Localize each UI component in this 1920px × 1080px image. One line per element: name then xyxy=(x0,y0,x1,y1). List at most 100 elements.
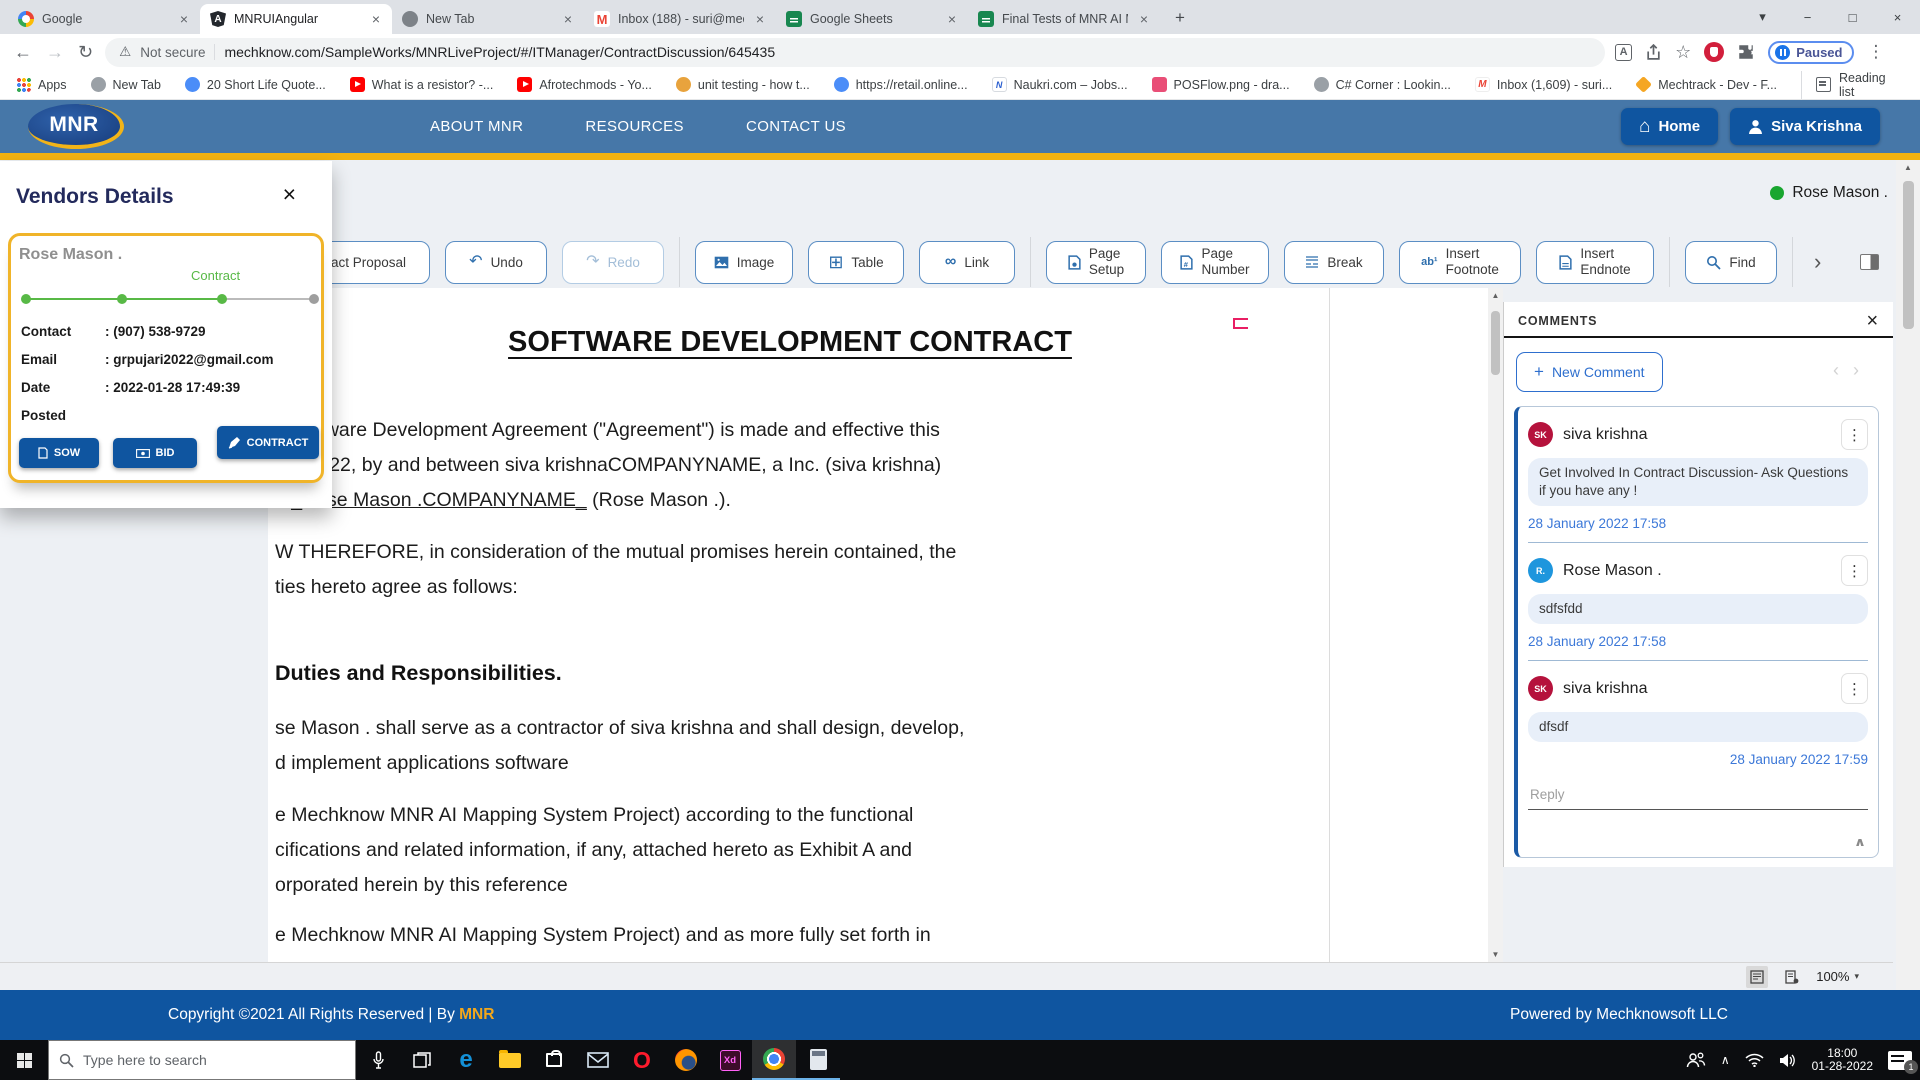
taskbar-clock[interactable]: 18:00 01-28-2022 xyxy=(1812,1047,1873,1074)
bookmark-naukri[interactable]: NNaukri.com – Jobs... xyxy=(992,77,1128,92)
volume-icon[interactable] xyxy=(1779,1053,1797,1068)
nav-contact-us[interactable]: CONTACT US xyxy=(746,118,846,135)
url-input[interactable]: ⚠ Not secure mechknow.com/SampleWorks/MN… xyxy=(105,38,1605,67)
tab-final-tests[interactable]: Final Tests of MNR AI Mapping S × xyxy=(968,4,1160,34)
tab-new-tab[interactable]: New Tab × xyxy=(392,4,584,34)
window-maximize-button[interactable]: □ xyxy=(1830,0,1875,34)
adblock-extension-icon[interactable] xyxy=(1704,42,1724,62)
tab-close-icon[interactable]: × xyxy=(176,11,192,27)
tray-expand-icon[interactable]: ∧ xyxy=(1721,1053,1730,1067)
comment-menu-icon[interactable]: ⋮ xyxy=(1841,419,1868,450)
tab-close-icon[interactable]: × xyxy=(368,11,384,27)
microphone-icon[interactable] xyxy=(356,1040,400,1080)
taskbar-firefox-icon[interactable] xyxy=(664,1040,708,1080)
bookmark-posflow[interactable]: POSFlow.png - dra... xyxy=(1152,77,1290,92)
table-button[interactable]: ⊞ Table xyxy=(808,241,904,284)
contract-button[interactable]: CONTRACT xyxy=(217,426,319,459)
bookmark-apps[interactable]: Apps xyxy=(16,77,67,92)
redo-button[interactable]: ↷ Redo xyxy=(562,241,664,284)
browser-menu-icon[interactable]: ⋮ xyxy=(1867,42,1884,62)
bookmark-quotes[interactable]: 20 Short Life Quote... xyxy=(185,77,326,92)
bookmark-resistor[interactable]: What is a resistor? -... xyxy=(350,77,494,92)
user-button[interactable]: Siva Krishna xyxy=(1730,108,1880,145)
reload-icon[interactable]: ↻ xyxy=(78,42,93,63)
people-icon[interactable] xyxy=(1686,1052,1706,1068)
notification-center-icon[interactable]: 1 xyxy=(1888,1051,1912,1070)
tab-close-icon[interactable]: × xyxy=(944,11,960,27)
start-button[interactable] xyxy=(0,1040,48,1080)
comment-nav-arrows[interactable]: ‹› xyxy=(1833,360,1873,381)
bookmark-mechtrack[interactable]: Mechtrack - Dev - F... xyxy=(1636,77,1777,92)
comments-close-icon[interactable]: × xyxy=(1867,310,1879,333)
sow-button[interactable]: SOW xyxy=(19,438,99,468)
page-setup-button[interactable]: Page Setup xyxy=(1046,241,1146,284)
wifi-icon[interactable] xyxy=(1745,1053,1764,1067)
scroll-down-icon[interactable]: ▼ xyxy=(1492,947,1500,962)
side-panel-toggle-icon[interactable] xyxy=(1860,254,1879,270)
task-view-icon[interactable] xyxy=(400,1040,444,1080)
footer-brand[interactable]: MNR xyxy=(459,1006,494,1023)
taskbar-store-icon[interactable] xyxy=(532,1040,576,1080)
taskbar-adobe-xd-icon[interactable]: Xd xyxy=(708,1040,752,1080)
translate-icon[interactable]: A xyxy=(1615,44,1632,61)
bid-button[interactable]: BID xyxy=(113,438,197,468)
collapse-thread-icon[interactable]: ∧ xyxy=(1854,835,1866,849)
bookmark-inbox[interactable]: MInbox (1,609) - suri... xyxy=(1475,77,1612,92)
tab-search-chevron-icon[interactable]: ▾ xyxy=(1740,0,1785,34)
bookmark-unit-testing[interactable]: unit testing - how t... xyxy=(676,77,810,92)
taskbar-chrome-icon[interactable] xyxy=(752,1040,796,1080)
taskbar-edge-icon[interactable]: e xyxy=(444,1040,488,1080)
break-button[interactable]: Break xyxy=(1284,241,1384,284)
document-scrollbar[interactable]: ▲ ▼ xyxy=(1488,288,1503,962)
link-button[interactable]: ∞ Link xyxy=(919,241,1015,284)
scrollbar-thumb[interactable] xyxy=(1491,311,1500,375)
web-layout-view-icon[interactable] xyxy=(1781,966,1803,988)
page-number-button[interactable]: # Page Number xyxy=(1161,241,1269,284)
comment-marker-icon[interactable] xyxy=(1233,318,1248,329)
taskbar-opera-icon[interactable]: O xyxy=(620,1040,664,1080)
zoom-control[interactable]: 100% ▾ xyxy=(1816,969,1859,984)
forward-icon[interactable]: → xyxy=(46,42,64,63)
taskbar-calculator-icon[interactable] xyxy=(796,1040,840,1080)
prev-comment-icon[interactable]: ‹ xyxy=(1833,360,1853,380)
comment-menu-icon[interactable]: ⋮ xyxy=(1841,673,1868,704)
taskbar-file-explorer-icon[interactable] xyxy=(488,1040,532,1080)
bookmark-star-icon[interactable]: ☆ xyxy=(1675,42,1691,63)
scroll-up-icon[interactable]: ▲ xyxy=(1904,160,1912,175)
not-secure-warning-icon[interactable]: ⚠ xyxy=(119,44,131,60)
tab-close-icon[interactable]: × xyxy=(1136,11,1152,27)
insert-endnote-button[interactable]: Insert Endnote xyxy=(1536,241,1654,284)
taskbar-search-input[interactable]: Type here to search xyxy=(48,1040,356,1080)
scrollbar-thumb[interactable] xyxy=(1903,181,1914,329)
page-scrollbar[interactable]: ▲ ▼ xyxy=(1896,160,1920,1040)
new-tab-button[interactable]: + xyxy=(1166,4,1194,32)
find-button[interactable]: Find xyxy=(1685,241,1777,284)
insert-footnote-button[interactable]: ab¹ Insert Footnote xyxy=(1399,241,1521,284)
popup-close-icon[interactable]: × xyxy=(283,181,296,208)
back-icon[interactable]: ← xyxy=(14,42,32,63)
mnr-logo[interactable]: MNR xyxy=(28,104,124,149)
print-layout-view-icon[interactable] xyxy=(1746,966,1768,988)
tab-close-icon[interactable]: × xyxy=(752,11,768,27)
next-comment-icon[interactable]: › xyxy=(1853,360,1873,380)
tab-close-icon[interactable]: × xyxy=(560,11,576,27)
extensions-puzzle-icon[interactable] xyxy=(1737,43,1755,61)
window-minimize-button[interactable]: − xyxy=(1785,0,1830,34)
bookmark-new-tab[interactable]: New Tab xyxy=(91,77,161,92)
bookmark-retail[interactable]: https://retail.online... xyxy=(834,77,968,92)
bookmark-csharp-corner[interactable]: C# Corner : Lookin... xyxy=(1314,77,1451,92)
home-button[interactable]: ⌂ Home xyxy=(1621,108,1718,145)
tab-gmail-inbox[interactable]: M Inbox (188) - suri@mechknowso × xyxy=(584,4,776,34)
share-icon[interactable] xyxy=(1645,44,1662,61)
image-button[interactable]: Image xyxy=(695,241,793,284)
comment-menu-icon[interactable]: ⋮ xyxy=(1841,555,1868,586)
reply-input[interactable] xyxy=(1528,787,1868,810)
toolbar-expand-icon[interactable]: › xyxy=(1808,249,1827,275)
tab-mnruiangular[interactable]: A MNRUIAngular × xyxy=(200,4,392,34)
nav-resources[interactable]: RESOURCES xyxy=(585,118,684,135)
nav-about-mnr[interactable]: ABOUT MNR xyxy=(430,118,523,135)
document-canvas[interactable]: SOFTWARE DEVELOPMENT CONTRACT s Software… xyxy=(268,288,1503,962)
bookmark-afrotechmods[interactable]: Afrotechmods - Yo... xyxy=(517,77,652,92)
scroll-up-icon[interactable]: ▲ xyxy=(1492,288,1500,303)
tab-google[interactable]: Google × xyxy=(8,4,200,34)
